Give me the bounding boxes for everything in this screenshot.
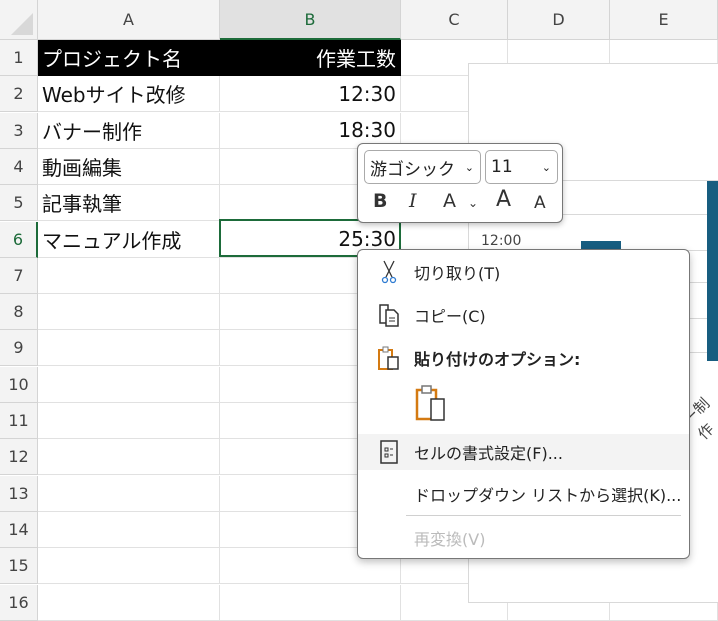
paste-options-heading: 貼り付けのオプション: [358,340,689,376]
column-header-d[interactable]: D [508,0,610,40]
menu-item-format-cells[interactable]: セルの書式設定(F)... [358,434,689,470]
bold-button[interactable]: B [373,190,387,212]
menu-item-copy[interactable]: コピー(C) [358,297,689,333]
mini-toolbar: 游ゴシック ⌄ 11 ⌄ B I A ⌄ A A [357,143,563,223]
menu-item-pick-from-dropdown[interactable]: ドロップダウン リストから選択(K)... [358,476,689,512]
row-header-7[interactable]: 7 [0,257,38,294]
cell-a14[interactable] [38,511,220,548]
column-header-c[interactable]: C [401,0,508,40]
row-header-11[interactable]: 11 [0,403,38,439]
menu-item-reconvert: 再変換(V) [358,520,689,556]
paste-keep-source-button[interactable] [414,384,448,422]
cell-a16[interactable] [38,584,220,621]
row-header-8[interactable]: 8 [0,294,38,331]
cell-a3[interactable]: バナー制作 [38,112,220,149]
cell-a7[interactable] [38,257,220,294]
menu-label: 切り取り(T) [414,264,501,283]
cell-a1[interactable]: プロジェクト名 [38,40,220,76]
column-header-b[interactable]: B [220,0,401,40]
chevron-down-icon[interactable]: ⌄ [468,196,478,210]
row-header-3[interactable]: 3 [0,112,38,149]
copy-icon [379,304,399,327]
cell-a11[interactable] [38,403,220,439]
chevron-down-icon: ⌄ [464,160,474,174]
menu-label: コピー(C) [414,307,486,326]
menu-label: セルの書式設定(F)... [414,444,563,463]
row-header-1[interactable]: 1 [0,40,38,76]
italic-button[interactable]: I [409,190,417,212]
select-all-corner[interactable] [0,0,38,40]
row-header-14[interactable]: 14 [0,511,38,548]
row-header-5[interactable]: 5 [0,185,38,222]
menu-label: 再変換(V) [414,530,486,549]
cell-a13[interactable] [38,475,220,512]
font-name-select[interactable]: 游ゴシック ⌄ [364,150,481,184]
cell-b16[interactable] [220,584,401,621]
row-header-13[interactable]: 13 [0,475,38,512]
row-header-10[interactable]: 10 [0,366,38,403]
axis-label: 12:00 [481,233,522,249]
font-size-select[interactable]: 11 ⌄ [485,150,558,184]
shrink-font-button[interactable]: A [534,193,546,213]
cell-a15[interactable] [38,548,220,585]
menu-label: ドロップダウン リストから選択(K)... [414,486,682,505]
format-cells-icon [380,440,398,464]
cell-a8[interactable] [38,294,220,331]
row-header-9[interactable]: 9 [0,330,38,367]
chevron-down-icon: ⌄ [541,160,551,174]
column-header-e[interactable]: E [610,0,718,40]
font-size: 11 [491,157,513,177]
cell-a2[interactable]: Webサイト改修 [38,76,220,113]
font-name: 游ゴシック [370,159,455,180]
cell-a5[interactable]: 記事執筆 [38,185,220,222]
cell-a9[interactable] [38,330,220,367]
row-header-16[interactable]: 16 [0,584,38,621]
cell-a4[interactable]: 動画編集 [38,148,220,185]
row-header-6[interactable]: 6 [0,221,38,258]
paste-icon [378,346,399,370]
cell-b2[interactable]: 12:30 [220,76,401,113]
menu-item-cut[interactable]: 切り取り(T) [358,254,689,290]
chart-bar [707,181,718,361]
column-header-a[interactable]: A [38,0,220,40]
row-header-4[interactable]: 4 [0,148,38,185]
row-header-12[interactable]: 12 [0,439,38,476]
cell-a12[interactable] [38,439,220,476]
row-header-2[interactable]: 2 [0,76,38,113]
menu-label: 貼り付けのオプション: [414,350,581,369]
cell-a10[interactable] [38,366,220,403]
cell-b1[interactable]: 作業工数 [220,40,401,76]
cell-a6[interactable]: マニュアル作成 [38,221,220,258]
grow-font-button[interactable]: A [496,187,511,212]
font-color-button[interactable]: A [443,190,456,212]
scissors-icon [381,260,397,284]
context-menu: 切り取り(T) コピー(C) 貼り付けのオプション: セルの書式設定(F)...… [357,249,690,559]
row-header-15[interactable]: 15 [0,548,38,585]
